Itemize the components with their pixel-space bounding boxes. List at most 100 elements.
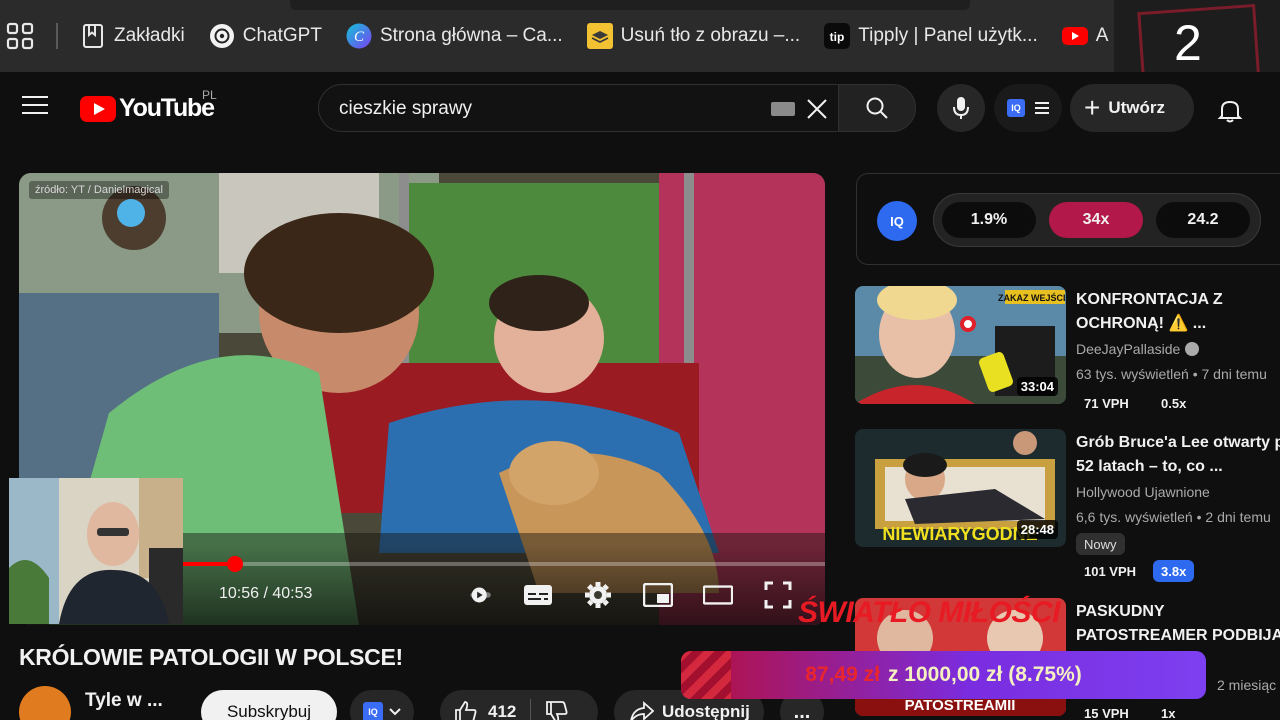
webcam-feed — [9, 478, 183, 624]
miniplayer-button[interactable] — [643, 581, 673, 609]
title-line: PATOSTREAMER PODBIJA — [1076, 627, 1280, 644]
stat-engagement[interactable]: 1.9% — [942, 202, 1036, 238]
bookmark-label: Zakładki — [114, 25, 185, 46]
bookmark-label: ChatGPT — [242, 25, 322, 46]
video-meta: 2 miesiąc — [1217, 677, 1277, 693]
goal-bar-stripes — [681, 651, 731, 699]
dislike-icon[interactable] — [545, 700, 569, 720]
bookmarks-bar: Zakładki ChatGPT C Strona główna – Ca...… — [0, 0, 1280, 72]
like-divider — [530, 699, 532, 720]
create-label: Utwórz — [1108, 98, 1166, 117]
chevron-down-icon — [389, 708, 401, 716]
plus-icon: + — [1084, 92, 1101, 123]
stats-track: 1.9% 34x 24.2 — [933, 193, 1261, 247]
bookmark-label: Tipply | Panel użytk... — [858, 25, 1038, 46]
bookmark-zakladki[interactable]: Zakładki — [80, 16, 185, 56]
layers-icon — [586, 23, 613, 49]
bookmarks-separator — [56, 23, 58, 49]
subscribe-button[interactable]: Subskrybuj — [201, 690, 337, 720]
create-button[interactable]: + Utwórz — [1070, 84, 1194, 132]
new-badge: Nowy — [1076, 533, 1125, 555]
vph-chip: 101 VPH — [1076, 560, 1145, 582]
bookmark-tipply[interactable]: tip Tipply | Panel użytk... — [824, 16, 1038, 56]
close-icon[interactable] — [805, 97, 829, 121]
thumb-caption: NIEWIARYGODNE — [882, 524, 1037, 544]
iq-logo: IQ — [877, 201, 917, 241]
iq-extension-button[interactable]: IQ — [994, 84, 1062, 132]
video-thumbnail[interactable]: ZAKAZ WEJŚCIA 33:04 — [855, 286, 1066, 404]
title-line: KONFRONTACJA Z — [1076, 291, 1223, 308]
chatgpt-icon — [209, 23, 235, 49]
channel-avatar[interactable] — [19, 686, 71, 720]
tab-strip-edge — [290, 0, 970, 10]
theater-icon — [703, 585, 733, 605]
search-input[interactable]: cieszkie sprawy — [339, 98, 472, 120]
share-icon — [630, 701, 654, 720]
title-line: PASKUDNY — [1076, 603, 1165, 620]
vph-chip: 15 VPH — [1076, 704, 1137, 720]
search-button[interactable] — [838, 84, 916, 132]
donation-goal-bar: 87,49 zł z 1000,00 zł (8.75%) — [681, 651, 1206, 699]
bookmark-chatgpt[interactable]: ChatGPT — [209, 16, 322, 56]
share-label: Udostępnij — [662, 702, 750, 720]
iq-icon: IQ — [1007, 99, 1025, 117]
badge-number: 2 — [1174, 15, 1202, 71]
video-meta: 63 tys. wyświetleń • 7 dni temu — [1076, 366, 1267, 382]
video-meta: 6,6 tys. wyświetleń • 2 dni temu — [1076, 509, 1271, 525]
fullscreen-button[interactable] — [763, 581, 793, 609]
microphone-icon — [953, 97, 969, 119]
voice-search-button[interactable] — [937, 84, 985, 132]
subtitles-button[interactable] — [523, 581, 553, 609]
keyboard-icon[interactable] — [771, 102, 795, 116]
notifications-bell-icon[interactable] — [1216, 96, 1244, 124]
settings-button[interactable] — [583, 581, 613, 609]
like-count: 412 — [488, 702, 517, 720]
video-title[interactable]: KONFRONTACJA Z OCHRONĄ! ⚠️ ... — [1076, 288, 1280, 336]
channel-name[interactable]: Tyle w ... — [85, 690, 163, 712]
youtube-icon — [1061, 23, 1088, 49]
thumb-caption: ZAKAZ WEJŚCIA — [998, 292, 1066, 303]
donation-goal-title: ŚWIATŁO MIŁOŚCI — [798, 596, 1060, 629]
miniplayer-icon — [643, 583, 673, 607]
source-label: źródło: YT / Danielmagical — [29, 181, 169, 199]
ratio-chip: 1x — [1153, 704, 1184, 720]
apps-grid-icon[interactable] — [6, 22, 34, 50]
iq-dropdown-button[interactable]: IQ — [350, 690, 414, 720]
bookmark-remove-bg[interactable]: Usuń tło z obrazu –... — [586, 16, 800, 56]
theater-mode-button[interactable] — [703, 581, 733, 609]
search-box[interactable]: cieszkie sprawy — [318, 84, 838, 132]
youtube-wordmark: YouTube — [119, 94, 215, 122]
video-thumbnail[interactable]: NIEWIARYGODNE 28:48 — [855, 429, 1066, 547]
like-dislike-group: 412 — [440, 690, 598, 720]
recommendation-item[interactable]: NIEWIARYGODNE 28:48 Grób Bruce'a Lee otw… — [855, 429, 1280, 589]
video-duration: 33:04 — [1016, 377, 1058, 396]
tip-icon: tip — [824, 23, 851, 49]
video-duration: 28:48 — [1016, 520, 1058, 539]
bookmark-youtube[interactable]: A — [1061, 16, 1109, 56]
menu-icon[interactable] — [22, 96, 48, 118]
youtube-play-icon — [80, 95, 116, 122]
channel-name[interactable]: DeeJayPallaside — [1076, 341, 1200, 357]
title-line: 52 latach – to, co ... — [1076, 458, 1223, 475]
like-icon[interactable] — [454, 700, 478, 720]
bookmark-canva[interactable]: C Strona główna – Ca... — [346, 16, 563, 56]
country-code: PL — [202, 88, 217, 102]
iq-icon: IQ — [363, 702, 383, 720]
streamer-webcam — [9, 478, 183, 624]
video-title[interactable]: PASKUDNY PATOSTREAMER PODBIJA — [1076, 600, 1280, 648]
scrubber-handle[interactable] — [226, 556, 243, 572]
bookmark-label: A — [1095, 25, 1109, 46]
video-title[interactable]: Grób Bruce'a Lee otwarty p 52 latach – t… — [1076, 431, 1280, 479]
thumb-caption: PATOSTREAMII — [905, 697, 1016, 714]
time-display: 10:56 / 40:53 — [219, 585, 313, 602]
recommendation-item[interactable]: ZAKAZ WEJŚCIA 33:04 KONFRONTACJA Z OCHRO… — [855, 286, 1280, 416]
gear-icon — [585, 582, 611, 608]
video-title: KRÓLOWIE PATOLOGII W POLSCE! — [19, 644, 403, 670]
stat-multiplier[interactable]: 34x — [1049, 202, 1143, 238]
subtitles-icon — [524, 585, 552, 605]
channel-name[interactable]: Hollywood Ujawnione — [1076, 484, 1210, 500]
ratio-chip: 3.8x — [1153, 560, 1195, 582]
autoplay-toggle[interactable] — [469, 581, 499, 609]
youtube-logo[interactable]: YouTube PL — [80, 88, 217, 123]
stat-score[interactable]: 24.2 — [1156, 202, 1250, 238]
